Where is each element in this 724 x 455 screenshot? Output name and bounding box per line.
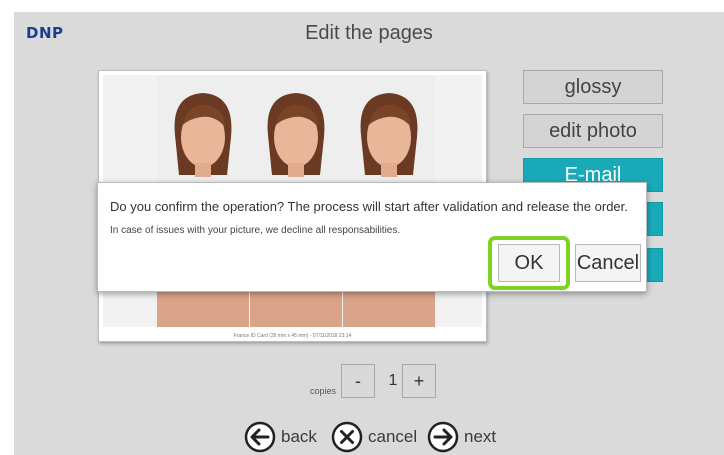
dialog-cancel-button[interactable]: Cancel: [575, 244, 641, 282]
arrow-left-icon: [244, 421, 276, 453]
next-label: next: [464, 427, 497, 446]
copies-label: copies: [310, 386, 337, 396]
cancel-nav-label: cancel: [368, 427, 418, 446]
app-screen: DNP Edit the pages France ID Card (35 mm…: [14, 12, 724, 455]
arrow-right-icon: [427, 421, 459, 453]
ok-button[interactable]: OK: [498, 244, 560, 282]
cancel-nav-button[interactable]: cancel: [331, 421, 417, 453]
next-button[interactable]: next: [427, 421, 496, 453]
back-label: back: [281, 427, 317, 446]
confirm-dialog: Do you confirm the operation? The proces…: [97, 182, 647, 292]
copies-value: 1: [388, 372, 398, 389]
decrease-copies-button[interactable]: -: [341, 364, 375, 398]
back-button[interactable]: back: [244, 421, 317, 453]
edit-photo-button[interactable]: edit photo: [523, 114, 663, 148]
increase-copies-button[interactable]: +: [402, 364, 436, 398]
glossy-button[interactable]: glossy: [523, 70, 663, 104]
dialog-disclaimer: In case of issues with your picture, we …: [110, 225, 401, 236]
dialog-message: Do you confirm the operation? The proces…: [110, 199, 628, 214]
close-circle-icon: [331, 421, 363, 453]
page-title: Edit the pages: [305, 22, 433, 44]
preview-caption: France ID Card (35 mm x 45 mm) - 07/11/2…: [233, 333, 352, 339]
